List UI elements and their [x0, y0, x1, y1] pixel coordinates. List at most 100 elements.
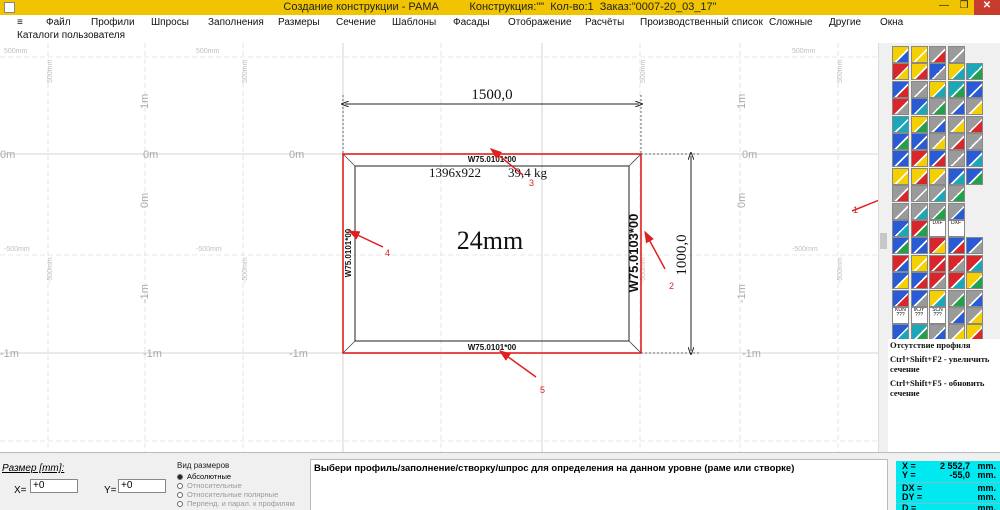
tool-button-icon[interactable] — [910, 63, 928, 81]
menu-production-list[interactable]: Производственный список — [640, 17, 763, 28]
tool-button-icon[interactable] — [966, 133, 983, 150]
tool-button-icon[interactable] — [910, 220, 928, 237]
tool-button-icon[interactable] — [892, 133, 909, 150]
tool-button-icon[interactable] — [929, 167, 946, 185]
tool-button-icon[interactable] — [947, 98, 965, 116]
tool-button-icon[interactable] — [947, 133, 965, 150]
maximize-icon[interactable]: ❐ — [954, 0, 974, 13]
tool-button-icon[interactable] — [929, 46, 946, 63]
tool-button-icon[interactable] — [910, 289, 928, 307]
tool-button-icon[interactable] — [910, 80, 928, 98]
tool-button-icon[interactable] — [910, 46, 928, 63]
menu-templates[interactable]: Шаблоны — [392, 17, 436, 28]
menu-complex[interactable]: Сложные — [769, 17, 813, 28]
tool-button-icon[interactable] — [947, 80, 965, 98]
menu-file[interactable]: Файл — [46, 17, 71, 28]
system-menu-icon[interactable]: ≡ — [17, 17, 23, 28]
tool-button-icon[interactable]: SCN ??? — [929, 307, 946, 324]
minimize-icon[interactable]: — — [934, 0, 954, 13]
menu-profiles[interactable]: Профили — [91, 17, 135, 28]
tool-button-icon[interactable] — [929, 202, 946, 220]
tool-button-icon[interactable]: IKJY ??? — [910, 307, 928, 324]
tool-button-icon[interactable] — [910, 150, 928, 168]
tool-button-icon[interactable] — [947, 46, 965, 63]
menu-muntins[interactable]: Шпросы — [151, 17, 189, 28]
tool-button-icon[interactable] — [910, 98, 928, 116]
close-icon[interactable]: ✕ — [974, 0, 1000, 15]
tool-button-icon[interactable] — [947, 185, 965, 203]
tool-button-icon[interactable] — [929, 237, 946, 255]
tool-button-icon[interactable] — [892, 167, 909, 185]
tool-button-icon[interactable] — [929, 133, 946, 150]
tool-button-icon[interactable] — [966, 307, 983, 324]
tool-button-icon[interactable] — [929, 185, 946, 203]
tool-button-icon[interactable] — [947, 237, 965, 255]
tool-button-icon[interactable] — [892, 98, 909, 116]
tool-button-icon[interactable] — [966, 167, 983, 185]
tool-button-icon[interactable] — [947, 63, 965, 81]
tool-button-icon[interactable] — [929, 63, 946, 81]
tool-button-icon[interactable] — [892, 63, 909, 81]
menu-display[interactable]: Отображение — [508, 17, 572, 28]
tool-button-icon[interactable] — [910, 133, 928, 150]
menu-fillings[interactable]: Заполнения — [208, 17, 264, 28]
tool-button-icon[interactable]: KON ??? — [892, 307, 909, 324]
tool-button-icon[interactable] — [892, 80, 909, 98]
x-input[interactable]: +0 — [30, 479, 78, 493]
tool-button-icon[interactable] — [929, 115, 946, 133]
tool-button-icon[interactable] — [892, 254, 909, 272]
tool-button-icon[interactable] — [966, 80, 983, 98]
tool-button-icon[interactable] — [966, 150, 983, 168]
tool-button-icon[interactable] — [892, 289, 909, 307]
tool-button-icon[interactable] — [947, 202, 965, 220]
tool-button-icon[interactable] — [892, 202, 909, 220]
tool-button-icon[interactable] — [892, 237, 909, 255]
vertical-scrollbar[interactable] — [878, 43, 888, 452]
tool-button-icon[interactable] — [892, 220, 909, 237]
tool-button-icon[interactable] — [947, 167, 965, 185]
tool-button-icon[interactable] — [892, 115, 909, 133]
tool-button-icon[interactable] — [947, 289, 965, 307]
menu-dimensions[interactable]: Размеры — [278, 17, 320, 28]
tool-button-icon[interactable] — [929, 254, 946, 272]
tool-button-icon[interactable] — [892, 46, 909, 63]
tool-button-icon[interactable]: DXF — [929, 220, 946, 237]
menu-facades[interactable]: Фасады — [453, 17, 490, 28]
tool-button-icon[interactable] — [966, 254, 983, 272]
tool-button-icon[interactable] — [966, 289, 983, 307]
menu-windows[interactable]: Окна — [880, 17, 903, 28]
tool-button-icon[interactable] — [966, 98, 983, 116]
tool-button-icon[interactable] — [947, 150, 965, 168]
tool-button-icon[interactable] — [892, 272, 909, 290]
tool-button-icon[interactable] — [966, 237, 983, 255]
radio-absolute[interactable]: Абсолютные — [177, 472, 231, 481]
tool-button-icon[interactable] — [910, 202, 928, 220]
tool-button-icon[interactable] — [910, 254, 928, 272]
tool-button-icon[interactable] — [947, 115, 965, 133]
tool-button-icon[interactable] — [910, 185, 928, 203]
tool-button-icon[interactable] — [947, 272, 965, 290]
tool-button-icon[interactable]: DXF — [947, 220, 965, 237]
tool-button-icon[interactable] — [947, 307, 965, 324]
dimension-width[interactable]: 1500,0 — [343, 87, 641, 155]
dimension-height[interactable]: 1000,0 — [641, 154, 700, 353]
menu-calculations[interactable]: Расчёты — [585, 17, 624, 28]
radio-relative[interactable]: Относительные — [177, 481, 242, 490]
menu-section[interactable]: Сечение — [336, 17, 376, 28]
tool-button-icon[interactable] — [910, 115, 928, 133]
tool-button-icon[interactable] — [966, 63, 983, 81]
tool-button-icon[interactable] — [892, 185, 909, 203]
drawing-canvas[interactable]: 0m 0m 0m -1m -1m -1m 0m -1m 1m 1m 0m 0m … — [0, 43, 878, 452]
tool-button-icon[interactable] — [929, 272, 946, 290]
tool-button-icon[interactable] — [892, 150, 909, 168]
tool-button-icon[interactable] — [966, 272, 983, 290]
menu-other[interactable]: Другие — [829, 17, 861, 28]
menu-user-catalogs[interactable]: Каталоги пользователя — [17, 30, 125, 41]
scrollbar-thumb[interactable] — [880, 233, 887, 249]
radio-perpendicular[interactable]: Перпенд. и парал. к профилям — [177, 499, 295, 508]
tool-button-icon[interactable] — [929, 98, 946, 116]
tool-button-icon[interactable] — [910, 237, 928, 255]
tool-button-icon[interactable] — [929, 289, 946, 307]
tool-button-icon[interactable] — [910, 272, 928, 290]
tool-button-icon[interactable] — [910, 167, 928, 185]
